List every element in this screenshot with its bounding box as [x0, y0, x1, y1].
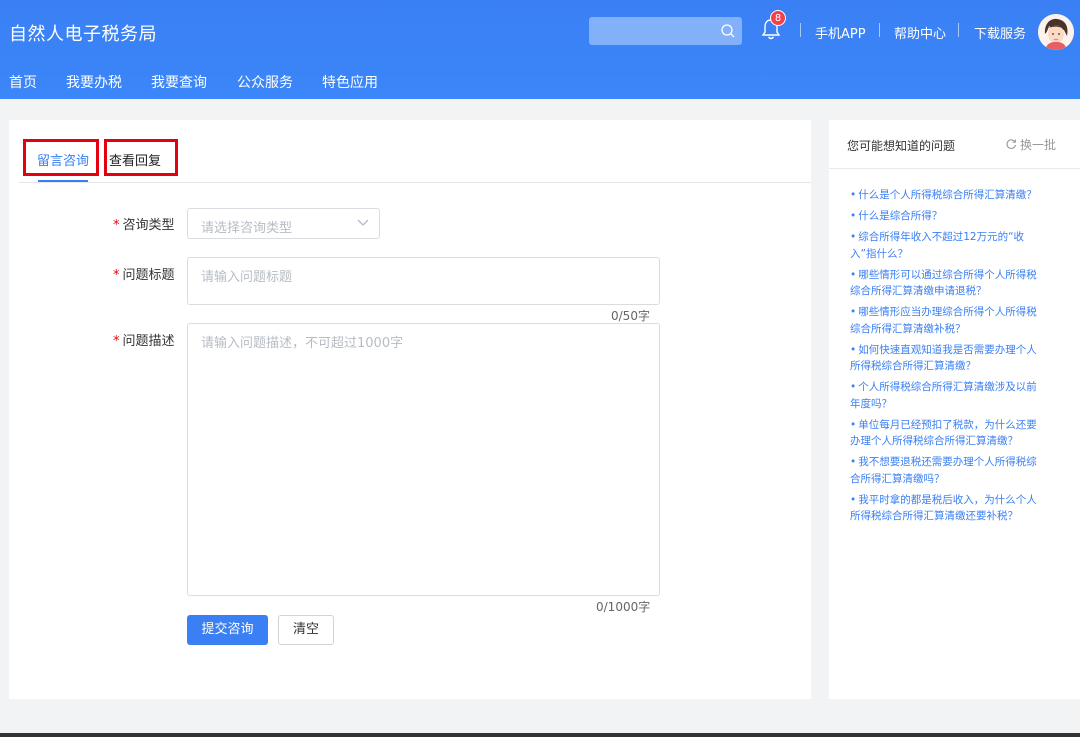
faq-title: 您可能想知道的问题 — [847, 139, 956, 153]
highlight-box — [23, 139, 99, 176]
divider — [879, 23, 880, 37]
tab-divider — [19, 182, 811, 183]
window-bottom-edge — [0, 733, 1080, 737]
divider — [800, 23, 801, 37]
submit-button[interactable]: 提交咨询 — [187, 615, 268, 645]
faq-item[interactable]: • 我不想要退税还需要办理个人所得税综合所得汇算清缴吗？ — [850, 454, 1047, 487]
refresh-icon — [1006, 139, 1017, 149]
nav-query[interactable]: 我要查询 — [151, 72, 207, 92]
faq-item[interactable]: • 综合所得年收入不超过12万元的“收入”指什么？ — [850, 229, 1047, 262]
clear-button[interactable]: 清空 — [278, 615, 334, 645]
active-tab-indicator — [38, 180, 88, 182]
sidebar-divider — [829, 168, 1080, 169]
avatar[interactable] — [1038, 14, 1074, 50]
help-center-link[interactable]: 帮助中心 — [894, 23, 946, 42]
site-title[interactable]: 自然人电子税务局 — [9, 20, 157, 46]
question-title-label: * 问题标题 — [113, 268, 175, 283]
desc-char-counter: 0/1000字 — [596, 600, 651, 614]
faq-item[interactable]: • 什么是综合所得？ — [850, 208, 1047, 225]
faq-item[interactable]: • 如何快速直观知道我是否需要办理个人所得税综合所得汇算清缴？ — [850, 342, 1047, 375]
consultation-panel: 留言咨询 查看回复 * 咨询类型 请选择咨询类型 * 问题标题 请输入问题标题 0/… — [9, 120, 811, 699]
title-char-counter: 0/50字 — [611, 309, 650, 323]
search-input[interactable] — [589, 17, 742, 45]
nav-featured-apps[interactable]: 特色应用 — [322, 72, 378, 92]
faq-sidebar: 您可能想知道的问题 换一批 • 什么是个人所得税综合所得汇算清缴？ • 什么是综合所… — [829, 120, 1080, 699]
refresh-label: 换一批 — [1020, 138, 1057, 152]
faq-item[interactable]: • 单位每月已经预扣了税款，为什么还要办理个人所得税综合所得汇算清缴？ — [850, 417, 1047, 450]
download-service-link[interactable]: 下载服务 — [974, 23, 1026, 42]
search-icon[interactable] — [720, 23, 736, 39]
nav-tax-handling[interactable]: 我要办税 — [66, 72, 122, 92]
faq-item[interactable]: • 个人所得税综合所得汇算清缴涉及以前年度吗？ — [850, 379, 1047, 412]
notification-badge: 8 — [770, 10, 786, 26]
nav-home[interactable]: 首页 — [9, 72, 37, 92]
faq-item[interactable]: • 我平时拿的都是税后收入，为什么个人所得税综合所得汇算清缴还要补税？ — [850, 492, 1047, 525]
question-desc-textarea[interactable]: 请输入问题描述，不可超过1000字 — [187, 323, 660, 596]
consult-type-label: * 咨询类型 — [113, 218, 175, 233]
consult-type-select[interactable]: 请选择咨询类型 — [187, 208, 380, 239]
faq-item[interactable]: • 哪些情形应当办理综合所得个人所得税综合所得汇算清缴补税？ — [850, 304, 1047, 337]
user-avatar-icon — [1038, 14, 1074, 50]
divider — [958, 23, 959, 37]
nav-public-service[interactable]: 公众服务 — [237, 72, 293, 92]
question-desc-label: * 问题描述 — [113, 334, 175, 349]
question-desc-placeholder: 请输入问题描述，不可超过1000字 — [201, 336, 404, 351]
faq-item[interactable]: • 什么是个人所得税综合所得汇算清缴？ — [850, 187, 1047, 204]
faq-list: • 什么是个人所得税综合所得汇算清缴？ • 什么是综合所得？ • 综合所得年收入不超过… — [850, 187, 1047, 529]
highlight-box — [104, 139, 178, 176]
chevron-down-icon — [357, 219, 369, 226]
top-header: 自然人电子税务局 8 手机APP 帮助中心 下载服务 首页 我要办税 我要查询 … — [0, 0, 1080, 99]
question-title-input[interactable]: 请输入问题标题 — [187, 257, 660, 305]
mobile-app-link[interactable]: 手机APP — [815, 23, 866, 42]
refresh-button[interactable]: 换一批 — [1005, 136, 1056, 153]
consult-type-placeholder: 请选择咨询类型 — [201, 221, 293, 236]
question-title-placeholder: 请输入问题标题 — [201, 270, 293, 285]
faq-item[interactable]: • 哪些情形可以通过综合所得个人所得税综合所得汇算清缴申请退税？ — [850, 267, 1047, 300]
